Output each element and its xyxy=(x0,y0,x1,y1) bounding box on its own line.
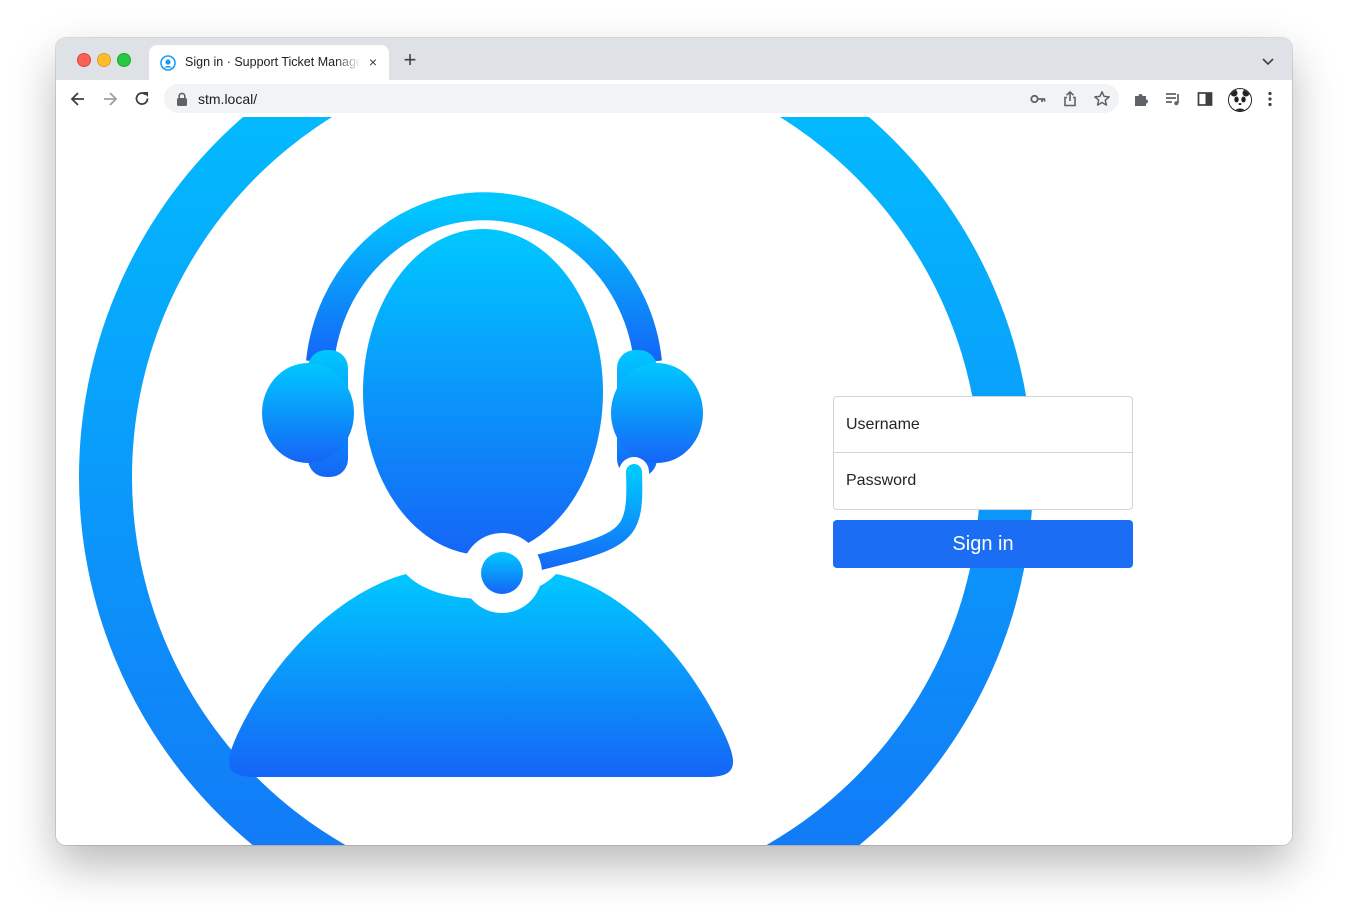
page-content: Sign in xyxy=(56,117,1292,845)
profile-avatar[interactable] xyxy=(1228,88,1252,112)
reload-icon[interactable] xyxy=(132,89,152,109)
sign-in-button[interactable]: Sign in xyxy=(833,520,1133,568)
browser-toolbar: stm.local/ xyxy=(56,80,1292,118)
side-panel-icon[interactable] xyxy=(1195,89,1215,109)
tab-strip: Sign in · Support Ticket Management × + xyxy=(56,38,1292,80)
star-icon[interactable] xyxy=(1092,89,1112,109)
more-menu-icon[interactable] xyxy=(1260,89,1280,109)
media-icon[interactable] xyxy=(1163,89,1183,109)
sign-in-form: Sign in xyxy=(833,396,1133,568)
share-icon[interactable] xyxy=(1060,89,1080,109)
head xyxy=(363,229,603,555)
tab-title: Sign in · Support Ticket Management xyxy=(185,55,361,69)
address-bar[interactable]: stm.local/ xyxy=(164,84,1119,113)
close-window-button[interactable] xyxy=(77,53,91,67)
mic xyxy=(481,552,523,594)
forward-icon[interactable] xyxy=(100,89,120,109)
password-input[interactable] xyxy=(833,453,1133,510)
tab-search-chevron-icon[interactable] xyxy=(1260,53,1276,69)
new-tab-button[interactable]: + xyxy=(401,49,419,71)
support-agent-icon xyxy=(160,55,176,71)
zoom-window-button[interactable] xyxy=(117,53,131,67)
back-icon[interactable] xyxy=(68,89,88,109)
lock-icon[interactable] xyxy=(176,92,188,106)
tab-sign-in[interactable]: Sign in · Support Ticket Management × xyxy=(149,45,389,80)
minimize-window-button[interactable] xyxy=(97,53,111,67)
close-tab-icon[interactable]: × xyxy=(365,54,381,70)
extensions-icon[interactable] xyxy=(1131,89,1151,109)
key-icon[interactable] xyxy=(1028,89,1048,109)
username-input[interactable] xyxy=(833,396,1133,453)
url-text: stm.local/ xyxy=(198,91,258,107)
browser-window: Sign in · Support Ticket Management × + … xyxy=(56,38,1292,845)
panda-icon xyxy=(1229,89,1251,111)
